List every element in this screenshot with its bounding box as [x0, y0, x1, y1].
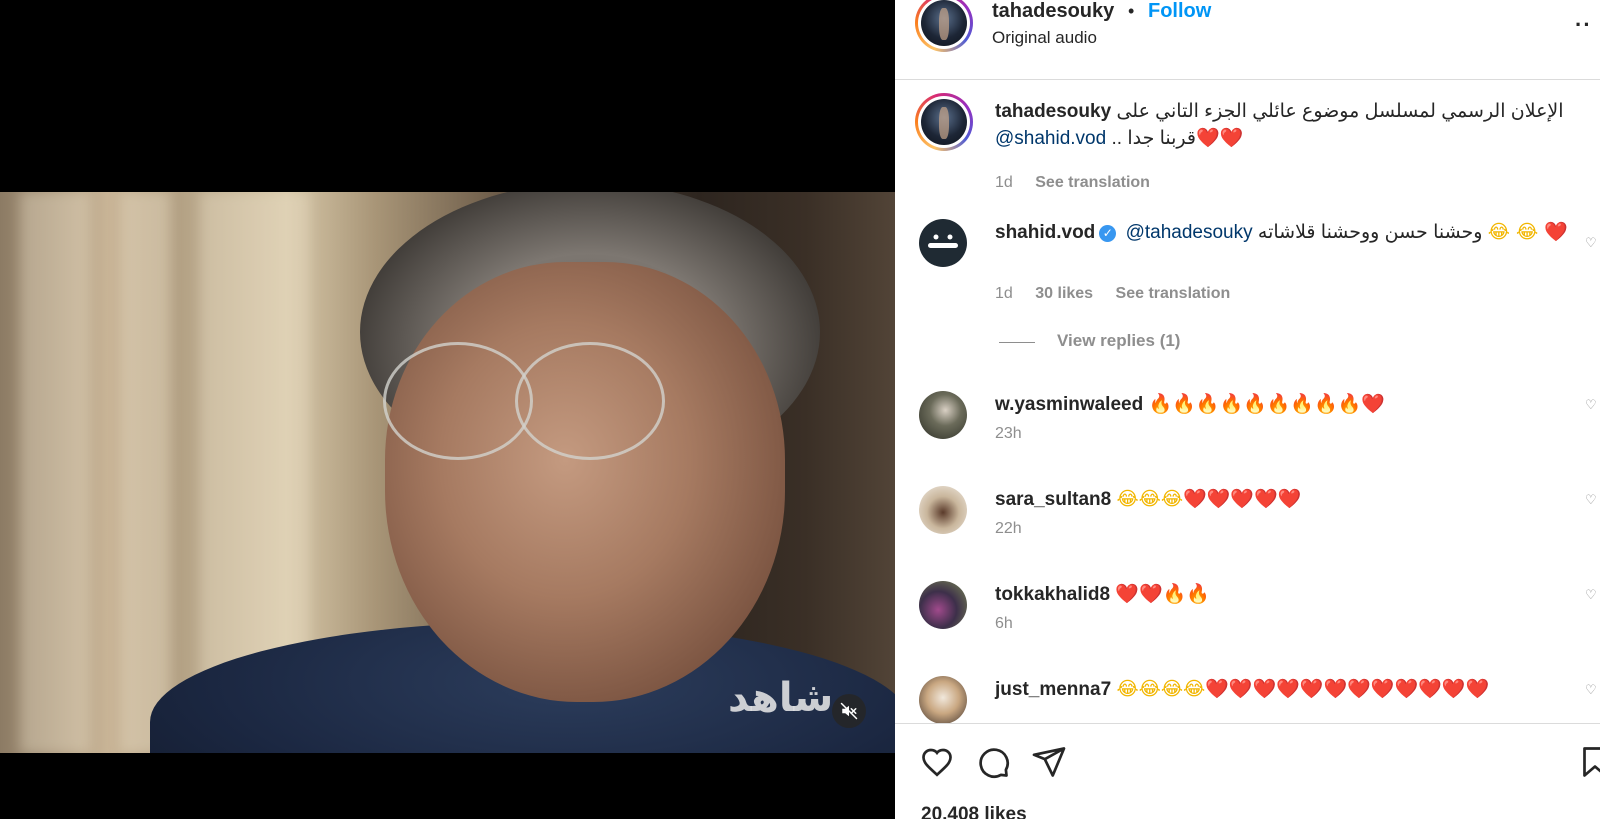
comment-time[interactable]: 23h: [995, 425, 1022, 442]
caption-text: tahadesouky الإعلان الرسمي لمسلسل موضوع …: [995, 99, 1570, 152]
caption-mention[interactable]: @shahid.vod: [995, 128, 1106, 149]
shahid-logo-icon: [928, 234, 958, 248]
comment-emoji: 😂 😂 ❤️: [1487, 221, 1568, 243]
comment-time[interactable]: 6h: [995, 615, 1013, 632]
comment-emoji: 😂😂😂❤️❤️❤️❤️❤️: [1116, 488, 1302, 510]
comment-like-icon[interactable]: ♡: [1585, 492, 1599, 507]
comment-like-icon[interactable]: ♡: [1585, 397, 1599, 412]
comment-emoji: 🔥🔥🔥🔥🔥🔥🔥🔥🔥❤️: [1148, 393, 1386, 415]
replies-divider: [999, 342, 1035, 343]
comment-meta: 22h: [995, 520, 1040, 538]
comment-time[interactable]: 22h: [995, 520, 1022, 537]
comment-see-translation[interactable]: See translation: [1116, 285, 1231, 302]
commenter-avatar[interactable]: [919, 581, 967, 629]
more-icon[interactable]: ··: [1575, 12, 1592, 38]
comments-list[interactable]: tahadesouky الإعلان الرسمي لمسلسل موضوع …: [895, 81, 1600, 723]
follow-button[interactable]: Follow: [1148, 0, 1211, 23]
comment-text: sara_sultan8 😂😂😂❤️❤️❤️❤️❤️: [995, 486, 1570, 513]
comment-username[interactable]: sara_sultan8: [995, 489, 1111, 510]
commenter-avatar[interactable]: [919, 486, 967, 534]
verified-badge-icon: ✓: [1099, 225, 1117, 242]
view-replies-row[interactable]: View replies (1): [895, 331, 1600, 355]
comment-username[interactable]: tokkakhalid8: [995, 584, 1110, 605]
commenter-avatar[interactable]: [919, 676, 967, 723]
caption-meta: 1d See translation: [995, 174, 1168, 192]
heart-icon: [922, 748, 952, 777]
post-side-panel: tahadesouky • Follow Original audio ·· t…: [895, 0, 1600, 819]
person-face: [385, 262, 785, 702]
glasses-lens-right: [515, 342, 665, 460]
mute-button[interactable]: [832, 694, 866, 728]
comment-meta: 23h: [995, 425, 1040, 443]
comment-like-icon[interactable]: ♡: [1585, 682, 1599, 697]
comment-text: shahid.vod ✓ @tahadesouky وحشنا حسن ووحشن…: [995, 219, 1570, 246]
bookmark-icon: [1583, 747, 1600, 777]
comment-username[interactable]: just_menna7: [995, 679, 1111, 700]
comment-time[interactable]: 1d: [995, 285, 1013, 302]
like-button[interactable]: [919, 744, 955, 780]
post-action-bar: 20,408 likes: [895, 723, 1600, 819]
comment-button[interactable]: [975, 744, 1011, 780]
comment-text: just_menna7 😂😂😂😂❤️❤️❤️❤️❤️❤️❤️❤️❤️❤️❤️❤️: [995, 676, 1570, 703]
audio-label[interactable]: Original audio: [992, 28, 1097, 48]
share-icon: [1032, 747, 1066, 777]
commenter-avatar[interactable]: [919, 391, 967, 439]
caption-see-translation[interactable]: See translation: [1035, 174, 1150, 191]
likes-count[interactable]: 20,408 likes: [921, 804, 1027, 819]
comment-like-icon[interactable]: ♡: [1585, 235, 1599, 250]
comment-like-icon[interactable]: ♡: [1585, 587, 1599, 602]
comment-meta: 6h: [995, 615, 1031, 633]
video-player[interactable]: شاهد: [0, 0, 895, 819]
video-watermark: شاهد: [728, 675, 834, 721]
comment-username[interactable]: shahid.vod: [995, 222, 1095, 243]
share-button[interactable]: [1031, 744, 1067, 780]
caption-body: الإعلان الرسمي لمسلسل موضوع عائلي الجزء …: [1116, 101, 1564, 122]
mute-icon: [840, 702, 858, 720]
comment-emoji: 😂😂😂😂❤️❤️❤️❤️❤️❤️❤️❤️❤️❤️❤️❤️: [1116, 678, 1490, 700]
glasses-lens-left: [383, 342, 533, 460]
save-button[interactable]: [1577, 744, 1600, 780]
comment-username[interactable]: w.yasminwaleed: [995, 394, 1143, 415]
author-username[interactable]: tahadesouky: [992, 0, 1114, 23]
comment-text: w.yasminwaleed 🔥🔥🔥🔥🔥🔥🔥🔥🔥❤️: [995, 391, 1570, 418]
caption-emoji: ❤️❤️: [1195, 127, 1244, 149]
view-replies-button[interactable]: View replies (1): [1057, 331, 1180, 351]
post-header: tahadesouky • Follow Original audio ··: [895, 0, 1600, 80]
comment-body: وحشنا حسن ووحشنا قلاشاته: [1257, 222, 1483, 243]
background-pillar: [120, 192, 170, 753]
video-frame[interactable]: شاهد: [0, 192, 895, 753]
comment-text: tokkakhalid8 ❤️❤️🔥🔥: [995, 581, 1570, 608]
comment-icon: [979, 748, 1009, 778]
comment-meta: 1d 30 likes See translation: [995, 285, 1248, 303]
header-separator: •: [1128, 1, 1135, 21]
comment-emoji: ❤️❤️🔥🔥: [1115, 583, 1211, 605]
comment-mention[interactable]: @tahadesouky: [1126, 222, 1253, 243]
caption-time[interactable]: 1d: [995, 174, 1013, 191]
commenter-avatar[interactable]: [919, 219, 967, 267]
caption-username[interactable]: tahadesouky: [995, 101, 1111, 122]
caption-avatar[interactable]: [915, 93, 973, 151]
author-avatar[interactable]: [915, 0, 973, 52]
caption-tail: قربنا جدا ..: [1111, 128, 1196, 149]
comment-likes[interactable]: 30 likes: [1035, 285, 1093, 302]
background-pillar: [20, 192, 90, 753]
